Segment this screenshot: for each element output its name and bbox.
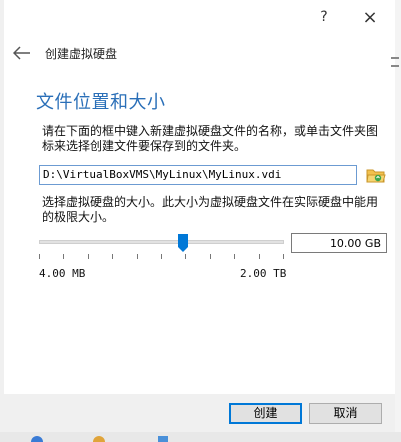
help-button[interactable]: ? [304, 0, 344, 34]
min-size-label: 4.00 MB [39, 267, 86, 280]
slider-tick [259, 254, 260, 259]
create-virtual-disk-dialog: ? × 创建虚拟硬盘 文件位置和大小 请在下面的框中键入新建虚拟硬盘文件的名称，… [4, 0, 396, 438]
background-gear-icon [31, 436, 43, 442]
page-title: 文件位置和大小 [36, 92, 166, 113]
close-button[interactable]: × [350, 0, 390, 34]
create-button[interactable]: 创建 [229, 403, 302, 424]
slider-tick [283, 254, 284, 259]
file-path-input[interactable]: D:\VirtualBoxVMS\MyLinux\MyLinux.vdi [39, 165, 357, 185]
slider-tick [112, 254, 113, 259]
slider-tick [88, 254, 89, 259]
disk-size-input[interactable]: 10.00 GB [291, 233, 387, 253]
max-size-label: 2.00 TB [240, 267, 287, 280]
background-scroll-mark [391, 57, 399, 59]
background-app-icon [158, 436, 168, 442]
disk-size-slider-track[interactable] [39, 240, 284, 244]
slider-ticks [39, 254, 284, 260]
browse-folder-icon[interactable] [366, 165, 386, 185]
title-bar: ? × [4, 0, 395, 34]
size-instructions: 选择虚拟硬盘的大小。此大小为虚拟硬盘文件在实际硬盘中能用的极限大小。 [42, 195, 379, 224]
back-arrow-icon[interactable] [13, 46, 31, 60]
slider-tick [210, 254, 211, 259]
background-strip [0, 432, 401, 442]
slider-tick [63, 254, 64, 259]
background-gear-icon [93, 436, 105, 442]
slider-tick [137, 254, 138, 259]
slider-tick [161, 254, 162, 259]
location-instructions: 请在下面的框中键入新建虚拟硬盘文件的名称，或单击文件夹图标来选择创建文件要保存到… [42, 124, 379, 153]
slider-tick [185, 254, 186, 259]
cancel-button[interactable]: 取消 [309, 403, 382, 424]
slider-tick [39, 254, 40, 259]
close-icon: × [362, 6, 378, 28]
background-scroll-mark [391, 65, 399, 67]
breadcrumb: 创建虚拟硬盘 [45, 47, 118, 61]
help-icon: ? [320, 9, 328, 25]
disk-size-slider-thumb[interactable] [178, 234, 188, 252]
slider-tick [234, 254, 235, 259]
